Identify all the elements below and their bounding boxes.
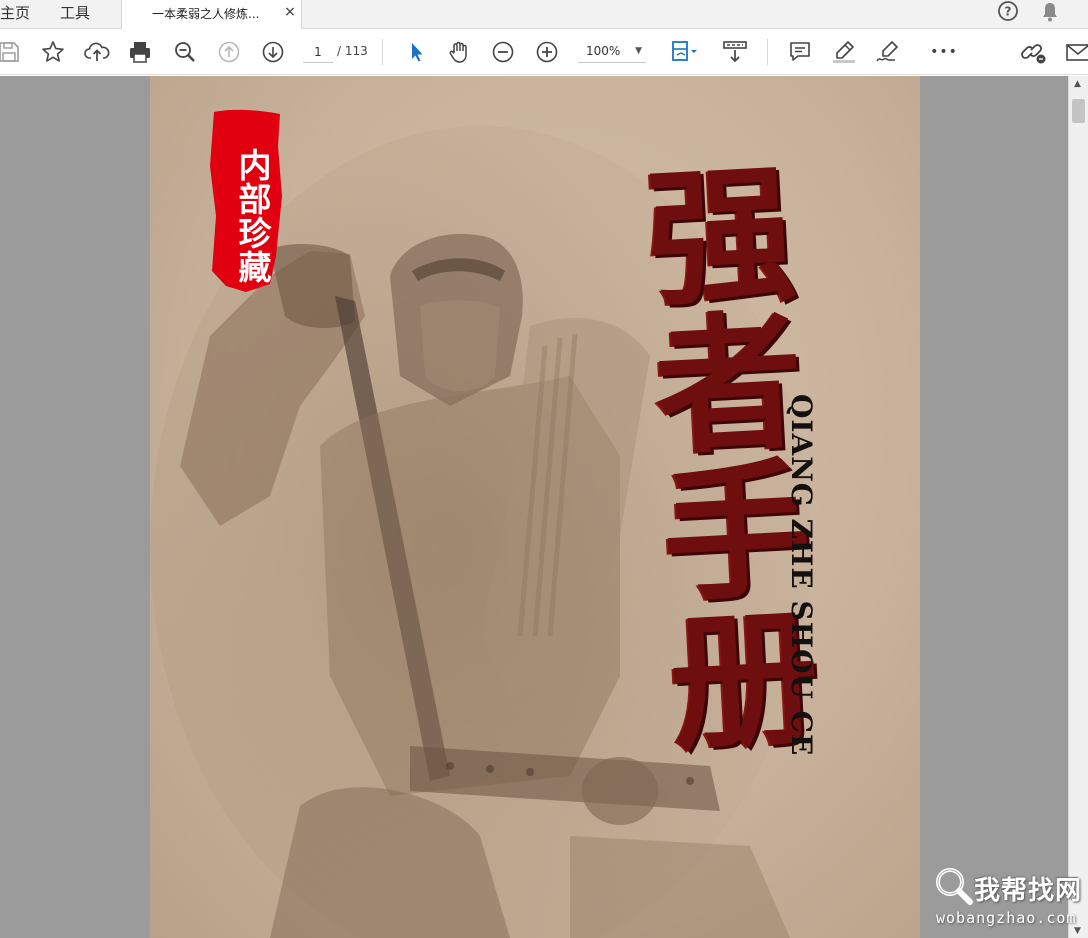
comment-icon[interactable] xyxy=(785,37,815,67)
hand-icon[interactable] xyxy=(444,37,474,67)
more-icon[interactable]: ••• xyxy=(929,37,959,67)
magnifier-icon xyxy=(936,868,973,905)
page-up-icon[interactable] xyxy=(214,37,244,67)
watermark-url: wobangzhao.com xyxy=(936,909,1077,927)
scroll-mode-icon[interactable] xyxy=(720,37,750,67)
fit-page-icon[interactable] xyxy=(665,37,705,67)
watermark-site-name: 我帮找网 xyxy=(974,876,1083,906)
toolbar-divider xyxy=(382,39,383,65)
page-down-icon[interactable] xyxy=(258,37,288,67)
minus-circle-icon[interactable] xyxy=(488,37,518,67)
book-title-pinyin: QIANG ZHE SHOU CE xyxy=(785,394,818,757)
scroll-thumb[interactable] xyxy=(1072,99,1085,123)
link-icon[interactable] xyxy=(1019,37,1049,67)
nav-home[interactable]: 主页 xyxy=(0,2,30,24)
print-icon[interactable] xyxy=(125,37,155,67)
stamp-text: 内部珍藏 xyxy=(233,148,272,284)
pdf-page: 内部珍藏 强者手册 QIANG ZHE SHOU CE xyxy=(150,76,920,938)
tab-bar: 主页 工具 一本柔弱之人修炼... × ? xyxy=(0,0,1088,29)
collection-stamp: 内部珍藏 xyxy=(206,106,284,294)
zoom-out-search-icon[interactable] xyxy=(170,37,200,67)
vertical-scrollbar[interactable]: ▲ ▼ xyxy=(1068,76,1088,938)
email-icon[interactable] xyxy=(1062,37,1088,67)
toolbar: / 113 100% ▼ ••• xyxy=(0,29,1088,75)
document-tab[interactable]: 一本柔弱之人修炼... × xyxy=(121,0,302,29)
select-arrow-icon[interactable] xyxy=(401,37,431,67)
chevron-down-icon: ▼ xyxy=(635,46,642,56)
zoom-value: 100% xyxy=(586,44,621,58)
nav-tools[interactable]: 工具 xyxy=(60,2,90,24)
save-icon[interactable] xyxy=(0,37,24,67)
zoom-select[interactable]: 100% ▼ xyxy=(578,41,646,63)
page-total: / 113 xyxy=(337,44,368,58)
document-viewer[interactable]: 内部珍藏 强者手册 QIANG ZHE SHOU CE xyxy=(0,76,1068,938)
sign-icon[interactable] xyxy=(873,37,903,67)
toolbar-divider xyxy=(767,39,768,65)
bell-icon[interactable] xyxy=(1038,0,1062,24)
star-icon[interactable] xyxy=(38,37,68,67)
svg-text:?: ? xyxy=(1005,5,1012,19)
help-icon[interactable]: ? xyxy=(996,0,1020,24)
highlight-icon[interactable] xyxy=(829,37,859,67)
upload-icon[interactable] xyxy=(82,37,112,67)
document-tab-title: 一本柔弱之人修炼... xyxy=(152,7,260,21)
page-number-input[interactable] xyxy=(303,41,333,63)
scroll-up-icon[interactable]: ▲ xyxy=(1074,79,1081,89)
close-tab-icon[interactable]: × xyxy=(282,3,298,21)
plus-circle-icon[interactable] xyxy=(532,37,562,67)
site-watermark: 我帮找网 wobangzhao.com xyxy=(928,862,1084,934)
